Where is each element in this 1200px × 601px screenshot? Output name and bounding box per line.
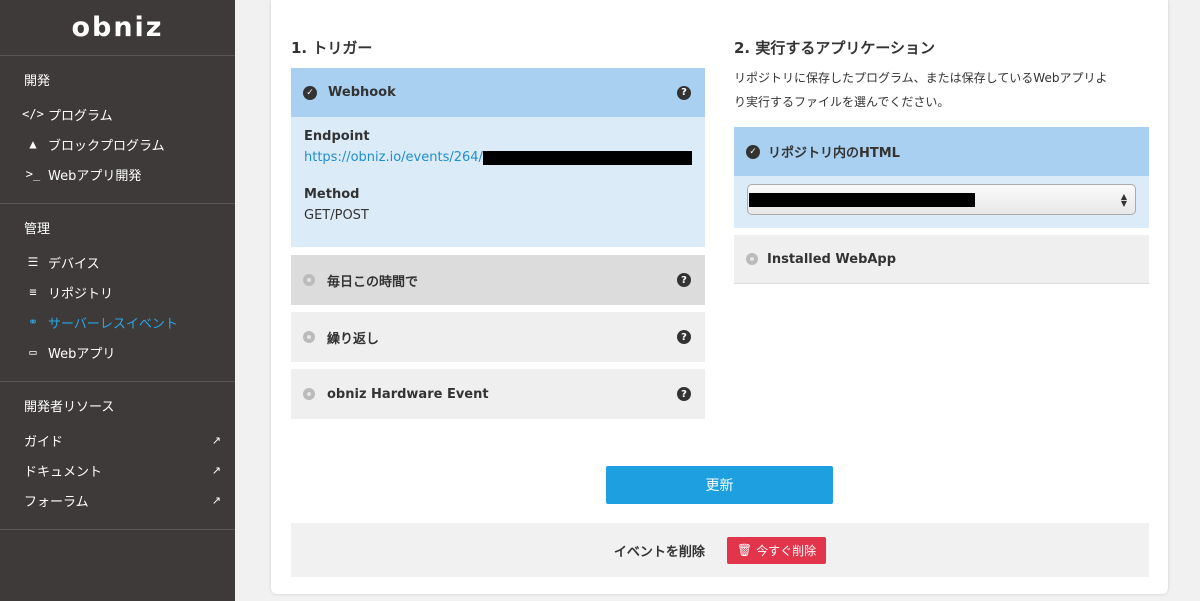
trigger-option-label: Webhook — [328, 85, 396, 100]
radio-icon — [303, 274, 315, 286]
help-icon[interactable]: ? — [677, 273, 691, 287]
server-icon: ≡ — [29, 285, 37, 299]
sidebar-item-label: デバイス — [48, 256, 100, 272]
laptop-icon: ▭ — [29, 345, 37, 359]
sidebar-section-dev: 開発 </> プログラム ▲ ブロックプログラム >_ Webアプリ開発 — [0, 56, 235, 204]
endpoint-url[interactable]: https://obniz.io/events/264/ — [304, 150, 692, 165]
check-circle-icon: ✓ — [746, 144, 760, 159]
sidebar-section-manage: 管理 ☰ デバイス ≡ リポジトリ ⚭ サーバーレスイベント ▭ Webアプリ — [0, 204, 235, 382]
app-description-line: リポジトリに保存したプログラム、または保存しているWebアプリよ — [734, 71, 1108, 85]
app-option-repo-html[interactable]: ✓ リポジトリ内のHTML — [734, 127, 1149, 176]
check-circle-icon: ✓ — [303, 85, 317, 100]
app-option-label: Installed WebApp — [767, 251, 897, 267]
delete-now-button[interactable]: 🗑 今すぐ削除 — [726, 536, 827, 564]
sidebar-item-serverless-event[interactable]: ⚭ サーバーレスイベント — [0, 307, 235, 337]
sidebar-item-repository[interactable]: ≡ リポジトリ — [0, 277, 235, 307]
radio-icon — [303, 331, 315, 343]
sidebar-section-resources: 開発者リソース ガイド ↗ ドキュメント ↗ フォーラム ↗ — [0, 382, 235, 530]
sidebar-item-forum[interactable]: フォーラム ↗ — [0, 485, 235, 515]
terminal-icon: >_ — [25, 167, 41, 181]
radio-icon — [303, 388, 315, 400]
delete-event-label: イベントを削除 — [613, 544, 705, 560]
event-editor-card: 1. トリガー ✓ Webhook ? Endpoint https://obn… — [271, 0, 1168, 594]
app-option-label: リポジトリ内のHTML — [768, 146, 900, 161]
delete-bar: イベントを削除 🗑 今すぐ削除 — [291, 523, 1149, 577]
sidebar-section-title: 開発者リソース — [24, 400, 115, 415]
update-button[interactable]: 更新 — [606, 466, 833, 504]
external-link-icon: ↗ — [211, 463, 221, 477]
nodes-icon: ⚭ — [27, 315, 39, 329]
sidebar-item-block-program[interactable]: ▲ ブロックプログラム — [0, 129, 235, 159]
sidebar-item-label: リポジトリ — [48, 286, 114, 302]
sidebar-item-webapp[interactable]: ▭ Webアプリ — [0, 337, 235, 367]
sidebar-item-devices[interactable]: ☰ デバイス — [0, 247, 235, 277]
trigger-option-label: 毎日この時間で — [327, 274, 419, 290]
trigger-option-daily[interactable]: 毎日この時間で ? — [291, 255, 705, 305]
endpoint-url-text: https://obniz.io/events/264/ — [304, 150, 483, 165]
trigger-title: 1. トリガー — [291, 39, 373, 57]
html-select-panel: ▲ ▼ — [734, 176, 1149, 228]
app-description: リポジトリに保存したプログラム、または保存しているWebアプリよ り実行するファ… — [734, 66, 1154, 114]
method-label: Method — [304, 187, 360, 202]
sidebar-item-program[interactable]: </> プログラム — [0, 99, 235, 129]
external-link-icon: ↗ — [211, 433, 221, 447]
app-option-installed-webapp[interactable]: Installed WebApp — [734, 235, 1149, 284]
select-arrows-icon: ▲ ▼ — [1120, 191, 1127, 208]
trigger-option-label: obniz Hardware Event — [327, 386, 489, 402]
list-icon: ☰ — [27, 255, 39, 269]
sidebar-item-docs[interactable]: ドキュメント ↗ — [0, 455, 235, 485]
logo-text: obniz — [71, 12, 164, 43]
help-icon[interactable]: ? — [677, 387, 691, 401]
html-file-select[interactable]: ▲ ▼ — [747, 184, 1136, 215]
redacted-block — [482, 150, 692, 165]
trash-icon: 🗑 — [736, 543, 753, 557]
trigger-option-repeat[interactable]: 繰り返し ? — [291, 312, 705, 362]
webhook-detail-panel: Endpoint https://obniz.io/events/264/ Me… — [291, 117, 705, 247]
app-description-line: り実行するファイルを選んでください。 — [734, 95, 950, 109]
sidebar: obniz 開発 </> プログラム ▲ ブロックプログラム >_ Webアプリ… — [0, 0, 235, 601]
sidebar-item-label: Webアプリ — [48, 346, 116, 362]
endpoint-label: Endpoint — [304, 129, 370, 144]
sidebar-section-title: 開発 — [24, 74, 51, 89]
delete-now-label: 今すぐ削除 — [756, 543, 817, 558]
sidebar-item-guide[interactable]: ガイド ↗ — [0, 425, 235, 455]
sidebar-item-label: ブロックプログラム — [48, 138, 165, 154]
help-icon[interactable]: ? — [677, 330, 691, 344]
code-icon: </> — [22, 107, 44, 121]
trigger-option-label: 繰り返し — [327, 331, 380, 347]
sidebar-item-label: Webアプリ開発 — [48, 168, 142, 184]
sidebar-item-label: サーバーレスイベント — [48, 316, 178, 332]
method-value: GET/POST — [304, 208, 369, 223]
sidebar-item-label: フォーラム — [24, 494, 89, 510]
sidebar-item-webapp-dev[interactable]: >_ Webアプリ開発 — [0, 159, 235, 189]
shapes-icon: ▲ — [29, 137, 37, 151]
app-title: 2. 実行するアプリケーション — [734, 39, 936, 57]
sidebar-item-label: プログラム — [48, 108, 113, 124]
sidebar-item-label: ガイド — [24, 434, 64, 450]
redacted-block — [749, 192, 975, 207]
trigger-option-webhook[interactable]: ✓ Webhook ? — [291, 68, 705, 117]
sidebar-section-title: 管理 — [24, 222, 51, 237]
radio-icon — [746, 253, 758, 265]
help-icon[interactable]: ? — [677, 85, 691, 100]
sidebar-item-label: ドキュメント — [24, 464, 103, 480]
logo[interactable]: obniz — [0, 0, 235, 56]
external-link-icon: ↗ — [211, 493, 221, 507]
trigger-option-hardware-event[interactable]: obniz Hardware Event ? — [291, 369, 705, 419]
